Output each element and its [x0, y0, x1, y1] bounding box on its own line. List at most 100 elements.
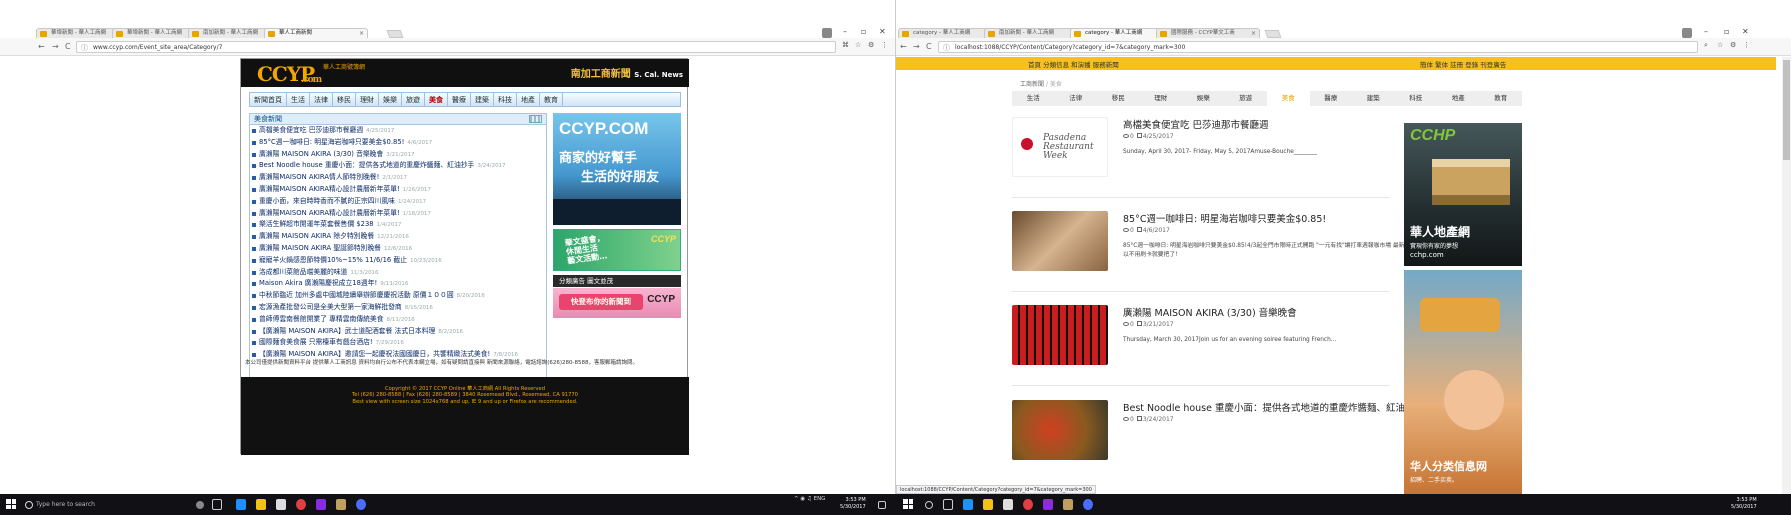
article-title[interactable]: 廣瀨陽 MAISON AKIRA (3/30) 音樂晚會 [1123, 305, 1297, 319]
post-news-ad[interactable]: 快登布你的新聞到 CCYP [553, 288, 681, 318]
cchp-ad-banner[interactable]: CCHP 華人地產網 實現你有家的夢想 cchp.com [1404, 123, 1522, 266]
chrome-icon[interactable] [296, 499, 306, 510]
nav-item[interactable]: 理財 [1140, 91, 1183, 106]
file-explorer-icon[interactable] [983, 499, 993, 510]
news-list-item[interactable]: 廣瀨陽MAISON AKIRA情人節特別晚餐! 2/1/2017 [250, 172, 546, 184]
news-list-item[interactable]: 洛成都川菜館品嚐美麗的味道 11/3/2016 [250, 267, 546, 279]
news-title[interactable]: 高檔美食便宜吃 巴莎迪那市餐廳週 [259, 126, 363, 134]
back-icon[interactable]: ← [900, 42, 907, 51]
taskbar-clock[interactable]: 3:53 PM 5/30/2017 [1731, 497, 1757, 511]
breadcrumb-home[interactable]: 工商新聞 [1020, 81, 1044, 88]
news-title[interactable]: 廣瀨陽 MAISON AKIRA 除夕特別晚餐 [259, 232, 374, 240]
nav-item[interactable]: 建築 [471, 93, 494, 106]
nav-item[interactable]: 教育 [1480, 91, 1523, 106]
news-title[interactable]: 85°C週一咖啡日: 明星海岩咖啡只要美金$0.85! [259, 138, 404, 146]
news-title[interactable]: 廣瀨陽 MAISON AKIRA (3/30) 音樂晚會 [259, 150, 383, 158]
nav-item[interactable]: 法律 [1055, 91, 1098, 106]
news-title[interactable]: 重慶小面，來自時時香而不膩的正宗四川風味 [259, 197, 395, 205]
article-title[interactable]: Best Noodle house 重慶小面：提供各式地道的重慶炸醬麵、紅油抄手 [1123, 400, 1424, 414]
translate-icon[interactable]: ⌘ [842, 41, 849, 49]
app-icon[interactable] [336, 499, 346, 510]
nav-item[interactable]: 地產 [517, 93, 540, 106]
maximize-icon[interactable]: ▫ [861, 27, 866, 36]
news-title[interactable]: 廣瀨陽 MAISON AKIRA 聖誕節特別晚餐 [259, 244, 381, 252]
app-icon[interactable] [1083, 499, 1093, 510]
nav-item[interactable]: 法律 [310, 93, 333, 106]
news-list-item[interactable]: 寵寵羊火鍋感恩節特價10%~15% 11/6/16 截止 10/23/2016 [250, 255, 546, 267]
nav-item[interactable]: 生活 [287, 93, 310, 106]
news-title[interactable]: 宏源漁產批發公司是全美大型第一家海鮮批發商 [259, 303, 402, 311]
windows-start-icon[interactable] [903, 499, 913, 509]
ccyp-logo[interactable]: CCYP .com [257, 62, 322, 86]
visual-studio-icon[interactable] [1043, 499, 1053, 510]
article-title[interactable]: 高檔美食便宜吃 巴莎迪那市餐廳週 [1123, 117, 1269, 131]
close-window-icon[interactable]: ✕ [879, 27, 886, 36]
news-list-item[interactable]: 85°C週一咖啡日: 明星海岩咖啡只要美金$0.85! 4/6/2017 [250, 137, 546, 149]
nav-item[interactable]: 地產 [1437, 91, 1480, 106]
news-list-item[interactable]: 廣瀨陽 MAISON AKIRA 聖誕節特別晚餐 12/6/2016 [250, 243, 546, 255]
article-thumbnail[interactable] [1012, 305, 1108, 365]
app-icon[interactable] [356, 499, 366, 510]
task-view-icon[interactable] [212, 499, 222, 510]
news-list-item[interactable]: 高檔美食便宜吃 巴莎迪那市餐廳週 4/25/2017 [250, 125, 546, 137]
windows-start-icon[interactable] [6, 499, 16, 509]
news-list-item[interactable]: 廣瀨陽MAISON AKIRA精心設計農曆新年菜單! 1/18/2017 [250, 208, 546, 220]
news-title[interactable]: 廣瀨陽MAISON AKIRA精心設計農曆新年菜單! [259, 185, 400, 193]
cortana-icon[interactable] [196, 501, 204, 509]
store-icon[interactable] [1003, 499, 1013, 510]
classified-ad-bar[interactable]: 分類廣告 圖文並茂 [553, 275, 681, 287]
address-bar[interactable]: ⓘ www.ccyp.com/Event_site_area/Category/7 [76, 41, 836, 53]
nav-item[interactable]: 娛樂 [1182, 91, 1225, 106]
nav-item[interactable]: 科技 [494, 93, 517, 106]
nav-item[interactable]: 美食 [1267, 91, 1310, 106]
ccyp-ad-banner[interactable]: CCYP.COM 商家的好幫手 生活的好朋友 [553, 113, 681, 225]
forward-icon[interactable]: → [913, 42, 920, 51]
maximize-icon[interactable]: ▫ [1724, 27, 1729, 36]
nav-item[interactable]: 娛樂 [379, 93, 402, 106]
news-title[interactable]: 【廣瀨陽 MAISON AKIRA】邀請您一起慶祝法國國慶日，共饗精緻法式美食! [259, 350, 490, 358]
news-title[interactable]: 曾師傅雲南餐館開業了 專精雲南傳統美食 [259, 315, 384, 323]
back-icon[interactable]: ← [38, 42, 45, 51]
nav-item[interactable]: 醫療 [448, 93, 471, 106]
notification-icon[interactable] [878, 501, 886, 509]
minimize-icon[interactable]: – [843, 27, 847, 36]
nav-item[interactable]: 理財 [356, 93, 379, 106]
news-list-item[interactable]: 樂活生鮮超市開運年菜套餐售價 $238 1/4/2017 [250, 219, 546, 231]
nav-item[interactable]: 美食 [425, 93, 448, 106]
extension-icon[interactable]: ⚙ [868, 41, 874, 49]
news-title[interactable]: 樂活生鮮超市開運年菜套餐售價 $238 [259, 220, 374, 228]
system-tray[interactable]: ^ ◉ ♫ ENG [794, 496, 825, 502]
nav-item[interactable]: 移民 [1097, 91, 1140, 106]
close-tab-icon[interactable]: × [1251, 29, 1256, 38]
article-thumbnail[interactable] [1012, 400, 1108, 460]
news-list-item[interactable]: 廣瀨陽MAISON AKIRA精心設計農曆新年菜單! 1/26/2017 [250, 184, 546, 196]
news-title[interactable]: 國際麵食美食展 只需檯車有戲台酒店! [259, 338, 373, 346]
news-list-item[interactable]: 廣瀨陽 MAISON AKIRA (3/30) 音樂晚會 3/21/2017 [250, 149, 546, 161]
app-icon[interactable] [1063, 499, 1073, 510]
nav-item[interactable]: 科技 [1395, 91, 1438, 106]
right-tab-4[interactable]: 國際服務 - CCYP華文工商 × [1156, 28, 1260, 38]
menu-icon[interactable]: ⋮ [881, 41, 888, 49]
taskbar-search[interactable]: Type here to search [22, 497, 122, 512]
visual-studio-icon[interactable] [316, 499, 326, 510]
extension-icon[interactable]: ⚙ [1730, 41, 1736, 49]
task-view-icon[interactable] [943, 499, 953, 510]
news-list-item[interactable]: 中秋節臨近 加州多處中國城陸續舉辦節慶慶祝活動 原價１００圓 8/20/2016 [250, 290, 546, 302]
news-list-item[interactable]: Best Noodle house 重慶小面：提供各式地道的重慶炸醬麵、紅油抄手… [250, 160, 546, 172]
news-title[interactable]: 中秋節臨近 加州多處中國城陸續舉辦節慶慶祝活動 原價１００圓 [259, 291, 454, 299]
grid-view-icon[interactable] [529, 115, 542, 123]
reload-icon[interactable]: C [65, 42, 71, 51]
news-title[interactable]: Best Noodle house 重慶小面：提供各式地道的重慶炸醬麵、紅油抄手 [259, 161, 474, 169]
profile-icon[interactable] [1682, 28, 1692, 38]
nav-item[interactable]: 新聞首頁 [250, 93, 287, 106]
news-list-item[interactable]: 廣瀨陽 MAISON AKIRA 除夕特別晚餐 12/21/2016 [250, 231, 546, 243]
left-tab-4-active[interactable]: 華人工商新聞 × [264, 28, 368, 38]
news-title[interactable]: 廣瀨陽MAISON AKIRA情人節特別晚餐! [259, 173, 379, 181]
bookmark-star-icon[interactable]: ☆ [1717, 41, 1723, 49]
nav-item[interactable]: 移民 [333, 93, 356, 106]
news-list-item[interactable]: 【廣瀨陽 MAISON AKIRA】武士道配酒套餐 法式日本料理 8/2/2016 [250, 326, 546, 338]
profile-icon[interactable] [822, 28, 832, 38]
nav-item[interactable]: 旅遊 [402, 93, 425, 106]
culture-ad-banner[interactable]: 華文盛會， 休閒生活 藝文活動… CCYP [553, 229, 681, 271]
edge-icon[interactable] [963, 499, 973, 510]
